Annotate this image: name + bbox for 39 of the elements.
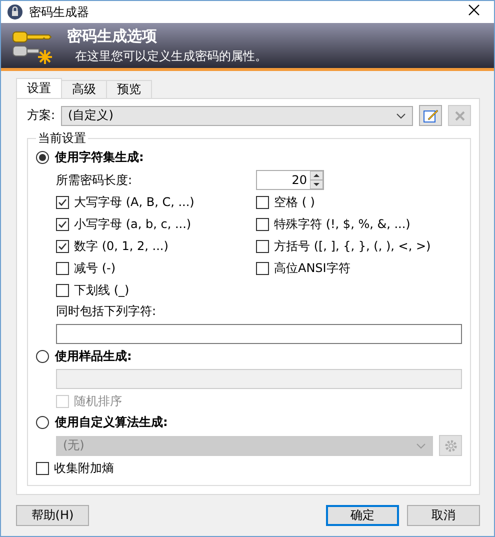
pencil-icon [422,108,438,124]
checkbox[interactable]: 方括号 ([, ], {, }, (, ), <, >) [256,238,462,255]
checkbox[interactable]: 下划线 (_) [56,282,256,299]
caret-icon [416,442,426,448]
length-spinner[interactable]: 20 [256,170,324,190]
banner-subtitle: 在这里您可以定义生成密码的属性。 [74,48,267,65]
tab[interactable]: 设置 [16,78,62,98]
delete-icon [454,110,466,122]
check-icon [57,241,68,252]
profile-label: 方案: [27,107,56,124]
profile-dropdown[interactable]: (自定义) [61,106,413,126]
check-icon [57,197,68,208]
lock-icon [7,4,23,20]
checkbox[interactable]: 高位ANSI字符 [256,260,462,277]
checkbox[interactable]: 数字 (0, 1, 2, ...) [56,238,256,255]
cancel-button[interactable]: 取消 [407,505,480,526]
include-label: 同时包括下列字符: [56,303,158,320]
ok-button[interactable]: 确定 [326,505,399,526]
edit-button[interactable] [419,105,442,126]
gear-icon [444,438,458,452]
pattern-field[interactable] [56,369,462,389]
tab[interactable]: 预览 [106,80,152,98]
help-button[interactable]: 帮助(H) [16,505,89,526]
banner-title: 密码生成选项 [67,26,158,46]
checkbox[interactable]: 大写字母 (A, B, C, ...) [56,194,256,211]
caret-icon [396,112,406,118]
close-icon [468,4,480,16]
radio-button[interactable]: 使用样品生成: [36,348,462,365]
checkbox[interactable]: 小写字母 (a, b, c, ...) [56,216,256,233]
group-title: 当前设置 [37,130,87,147]
length-label: 所需密码长度: [56,172,134,188]
window-title: 密码生成器 [29,4,90,21]
checkbox[interactable]: 收集附加熵 [36,460,462,477]
checkbox[interactable]: 特殊字符 (!, $, %, &, ...) [256,216,462,233]
include-field[interactable] [56,324,462,344]
radio-button[interactable]: 使用字符集生成: [36,149,462,166]
checkbox[interactable]: 减号 (-) [56,260,256,277]
checkbox[interactable]: 空格 ( ) [256,194,462,211]
check-icon [57,219,68,230]
